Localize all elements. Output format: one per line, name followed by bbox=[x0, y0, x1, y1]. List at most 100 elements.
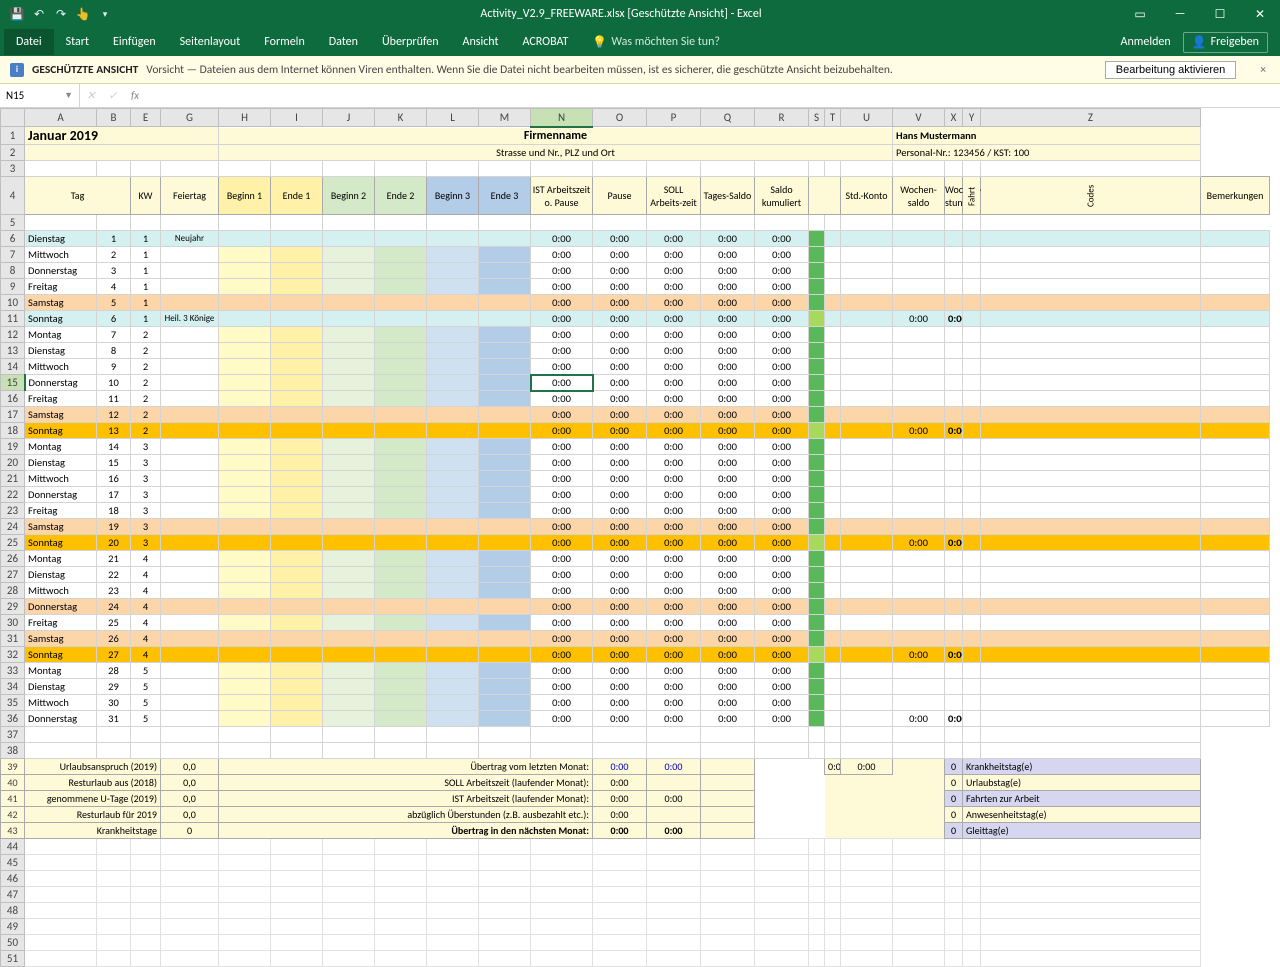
col-header-H[interactable]: H bbox=[219, 109, 271, 127]
row-header-35[interactable]: 35 bbox=[1, 695, 25, 711]
ribbon-tab-datei[interactable]: Datei bbox=[4, 29, 54, 55]
row-header-36[interactable]: 36 bbox=[1, 711, 25, 727]
ribbon-tab-ansicht[interactable]: Ansicht bbox=[451, 29, 511, 55]
save-icon[interactable]: 💾 bbox=[10, 7, 24, 21]
spreadsheet-grid[interactable]: ABEGHIJKLMNOPQRSTUVXYZ1Januar 2019Firmen… bbox=[0, 108, 1280, 967]
formula-input[interactable] bbox=[146, 84, 1280, 107]
redo-icon[interactable]: ↷ bbox=[54, 7, 68, 21]
col-header-X[interactable]: X bbox=[945, 109, 963, 127]
col-header-O[interactable]: O bbox=[593, 109, 647, 127]
ribbon-tab-daten[interactable]: Daten bbox=[317, 29, 370, 55]
col-header-A[interactable]: A bbox=[25, 109, 97, 127]
titlebar: 💾 ↶ ↷ 👆 ▾ Activity_V2.9_FREEWARE.xlsx [G… bbox=[0, 0, 1280, 28]
ribbon-tab-einfügen[interactable]: Einfügen bbox=[101, 29, 168, 55]
enter-formula-icon[interactable]: ✓ bbox=[102, 89, 124, 102]
shield-icon: i bbox=[10, 63, 24, 77]
row-header-17[interactable]: 17 bbox=[1, 407, 25, 423]
col-header-M[interactable]: M bbox=[479, 109, 531, 127]
touch-mode-icon[interactable]: 👆 bbox=[76, 7, 90, 21]
row-header-1[interactable]: 1 bbox=[1, 127, 25, 145]
formula-bar-row: N15 ▼ ✕ ✓ fx bbox=[0, 84, 1280, 108]
col-header-Y[interactable]: Y bbox=[963, 109, 981, 127]
row-header-2[interactable]: 2 bbox=[1, 145, 25, 161]
name-box-value: N15 bbox=[6, 89, 24, 102]
row-header-21[interactable]: 21 bbox=[1, 471, 25, 487]
col-header-J[interactable]: J bbox=[323, 109, 375, 127]
row-header-37[interactable]: 37 bbox=[1, 727, 25, 743]
col-header-T[interactable]: T bbox=[825, 109, 841, 127]
col-header-N[interactable]: N bbox=[531, 109, 593, 127]
row-header-34[interactable]: 34 bbox=[1, 679, 25, 695]
row-header-27[interactable]: 27 bbox=[1, 567, 25, 583]
row-header-28[interactable]: 28 bbox=[1, 583, 25, 599]
col-header-I[interactable]: I bbox=[271, 109, 323, 127]
col-header-B[interactable]: B bbox=[97, 109, 131, 127]
ribbon-tab-start[interactable]: Start bbox=[54, 29, 101, 55]
minimize-icon[interactable]: — bbox=[1160, 0, 1200, 28]
protected-msg: Vorsicht — Dateien aus dem Internet könn… bbox=[146, 63, 893, 77]
share-button[interactable]: 👤 Freigeben bbox=[1183, 32, 1268, 53]
protected-view-bar: i GESCHÜTZTE ANSICHT Vorsicht — Dateien … bbox=[0, 56, 1280, 84]
row-header-23[interactable]: 23 bbox=[1, 503, 25, 519]
row-header-13[interactable]: 13 bbox=[1, 343, 25, 359]
row-header-31[interactable]: 31 bbox=[1, 631, 25, 647]
maximize-icon[interactable]: ☐ bbox=[1200, 0, 1240, 28]
ribbon-tab-formeln[interactable]: Formeln bbox=[252, 29, 316, 55]
row-header-14[interactable]: 14 bbox=[1, 359, 25, 375]
ribbon-tab-acrobat[interactable]: ACROBAT bbox=[511, 29, 581, 55]
close-icon[interactable]: ✕ bbox=[1240, 0, 1280, 28]
row-header-20[interactable]: 20 bbox=[1, 455, 25, 471]
cancel-formula-icon[interactable]: ✕ bbox=[80, 89, 102, 102]
protected-label: GESCHÜTZTE ANSICHT bbox=[32, 63, 138, 77]
row-header-11[interactable]: 11 bbox=[1, 311, 25, 327]
col-header-V[interactable]: V bbox=[893, 109, 945, 127]
row-header-32[interactable]: 32 bbox=[1, 647, 25, 663]
sign-in-link[interactable]: Anmelden bbox=[1121, 35, 1171, 49]
row-header-19[interactable]: 19 bbox=[1, 439, 25, 455]
row-header-18[interactable]: 18 bbox=[1, 423, 25, 439]
share-icon: 👤 bbox=[1192, 35, 1207, 50]
row-header-15[interactable]: 15 bbox=[1, 375, 25, 391]
col-header-U[interactable]: U bbox=[841, 109, 893, 127]
tell-me-label: Was möchten Sie tun? bbox=[611, 35, 720, 49]
row-header-30[interactable]: 30 bbox=[1, 615, 25, 631]
col-header-S[interactable]: S bbox=[809, 109, 825, 127]
tell-me[interactable]: 💡 Was möchten Sie tun? bbox=[580, 35, 732, 50]
row-header-16[interactable]: 16 bbox=[1, 391, 25, 407]
fx-icon[interactable]: fx bbox=[124, 89, 146, 102]
chevron-down-icon[interactable]: ▼ bbox=[64, 90, 73, 101]
col-header-Z[interactable]: Z bbox=[981, 109, 1201, 127]
row-header-24[interactable]: 24 bbox=[1, 519, 25, 535]
row-header-7[interactable]: 7 bbox=[1, 247, 25, 263]
enable-editing-button[interactable]: Bearbeitung aktivieren bbox=[1105, 61, 1236, 79]
close-protected-icon[interactable]: × bbox=[1256, 63, 1270, 77]
ribbon-display-icon[interactable]: ▭ bbox=[1120, 0, 1160, 28]
col-header-P[interactable]: P bbox=[647, 109, 701, 127]
row-header-6[interactable]: 6 bbox=[1, 231, 25, 247]
qat-customize-icon[interactable]: ▾ bbox=[98, 7, 112, 21]
row-header-4[interactable]: 4 bbox=[1, 177, 25, 215]
col-header-G[interactable]: G bbox=[161, 109, 219, 127]
bulb-icon: 💡 bbox=[592, 35, 607, 50]
row-header-25[interactable]: 25 bbox=[1, 535, 25, 551]
row-header-8[interactable]: 8 bbox=[1, 263, 25, 279]
row-header-10[interactable]: 10 bbox=[1, 295, 25, 311]
col-header-Q[interactable]: Q bbox=[701, 109, 755, 127]
row-header-5[interactable]: 5 bbox=[1, 215, 25, 231]
col-header-E[interactable]: E bbox=[131, 109, 161, 127]
ribbon-tab-überprüfen[interactable]: Überprüfen bbox=[370, 29, 451, 55]
col-header-R[interactable]: R bbox=[755, 109, 809, 127]
row-header-9[interactable]: 9 bbox=[1, 279, 25, 295]
row-header-33[interactable]: 33 bbox=[1, 663, 25, 679]
row-header-29[interactable]: 29 bbox=[1, 599, 25, 615]
col-header-K[interactable]: K bbox=[375, 109, 427, 127]
select-all-corner[interactable] bbox=[1, 109, 25, 127]
row-header-26[interactable]: 26 bbox=[1, 551, 25, 567]
undo-icon[interactable]: ↶ bbox=[32, 7, 46, 21]
col-header-L[interactable]: L bbox=[427, 109, 479, 127]
ribbon-tab-seitenlayout[interactable]: Seitenlayout bbox=[168, 29, 253, 55]
row-header-12[interactable]: 12 bbox=[1, 327, 25, 343]
name-box[interactable]: N15 ▼ bbox=[0, 84, 80, 107]
row-header-22[interactable]: 22 bbox=[1, 487, 25, 503]
share-label: Freigeben bbox=[1211, 35, 1259, 49]
